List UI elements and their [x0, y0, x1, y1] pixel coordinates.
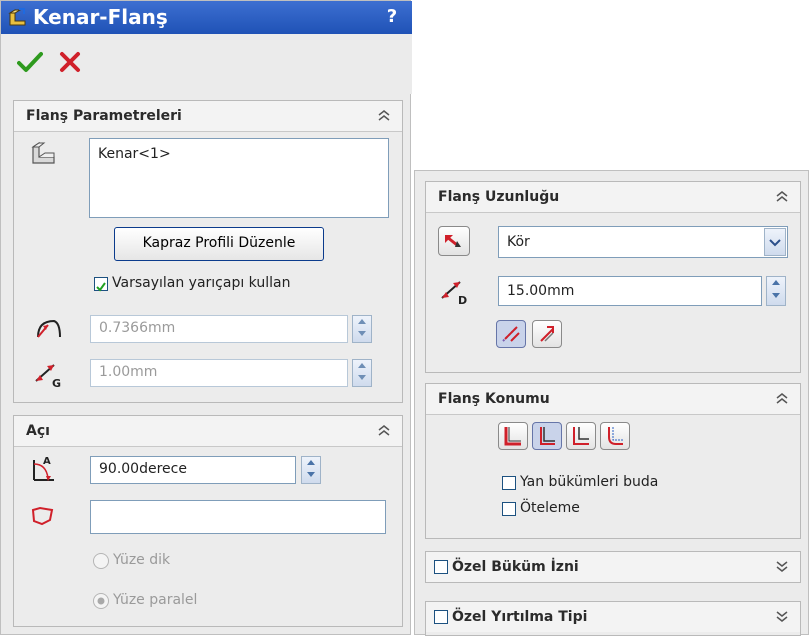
end-condition-dropdown-button[interactable]	[764, 228, 786, 256]
svg-text:A: A	[43, 456, 51, 467]
collapse-chevron-icon[interactable]	[376, 422, 392, 438]
outer-virtual-sharp-button[interactable]	[496, 320, 526, 348]
bend-outside-button[interactable]	[566, 422, 596, 450]
panel-title: Kenar-Flanş	[33, 5, 168, 29]
spin-down-icon	[353, 329, 371, 342]
face-selection-field[interactable]	[90, 500, 386, 534]
reverse-direction-button[interactable]	[438, 226, 470, 256]
chevron-down-icon	[769, 239, 781, 247]
parallel-radio	[93, 593, 109, 609]
spin-up-icon	[353, 360, 371, 373]
bend-radius-field: 0.7366mm	[90, 315, 348, 343]
angle-spinner[interactable]	[301, 456, 321, 484]
use-default-radius-checkbox[interactable]	[94, 277, 108, 292]
collapse-chevron-icon[interactable]	[376, 107, 392, 123]
bend-from-virtual-sharp-icon	[608, 427, 623, 445]
ok-cancel-bar	[1, 34, 412, 94]
svg-text:D: D	[458, 294, 467, 306]
perpendicular-label: Yüze dik	[113, 552, 171, 568]
flange-length-field[interactable]: 15.00mm	[498, 276, 762, 306]
spin-up-icon[interactable]	[302, 457, 320, 470]
length-dimension-icon: D	[441, 281, 467, 306]
flange-position-group: Flanş Konumu Yan bükümleri buda Öteleme	[425, 383, 801, 539]
custom-bend-allowance-checkbox[interactable]	[434, 560, 448, 574]
bend-radius-icon	[37, 319, 61, 338]
right-options-panel: Flanş Uzunluğu Kör D 15.00mm Flanş Konum…	[414, 170, 809, 636]
panel-title-bar: Kenar-Flanş ?	[1, 1, 412, 34]
material-inside-icon	[504, 427, 521, 446]
angle-header[interactable]: Açı	[14, 416, 402, 447]
spin-up-icon	[353, 316, 371, 329]
spin-down-icon[interactable]	[302, 470, 320, 483]
flange-length-title: Flanş Uzunluğu	[438, 189, 560, 205]
bend-from-virtual-sharp-button[interactable]	[600, 422, 630, 450]
material-outside-button[interactable]	[532, 422, 562, 450]
expand-chevron-icon[interactable]	[774, 558, 790, 574]
angle-value-field[interactable]: 90.00derece	[90, 456, 296, 484]
kenar-flans-panel: Kenar-Flanş ? Flanş Parametreleri Kenar<…	[0, 0, 412, 635]
flange-parameters-title: Flanş Parametreleri	[26, 108, 182, 124]
material-inside-button[interactable]	[498, 422, 528, 450]
custom-relief-type-group: Özel Yırtılma Tipi	[425, 601, 801, 636]
custom-bend-allowance-title: Özel Büküm İzni	[452, 559, 579, 575]
spin-down-icon	[353, 373, 371, 386]
custom-bend-allowance-header[interactable]: Özel Büküm İzni	[426, 552, 800, 582]
outer-virtual-sharp-icon	[502, 326, 520, 342]
face-selection-icon	[31, 506, 54, 526]
trim-side-bends-label: Yan bükümleri buda	[520, 474, 659, 490]
custom-relief-type-title: Özel Yırtılma Tipi	[452, 609, 588, 625]
expand-chevron-icon[interactable]	[774, 608, 790, 624]
edit-profile-button[interactable]: Kapraz Profili Düzenle	[114, 227, 324, 261]
custom-relief-type-checkbox[interactable]	[434, 610, 448, 624]
reverse-arrow-icon	[445, 235, 461, 247]
spin-up-icon[interactable]	[767, 277, 785, 291]
flange-length-header[interactable]: Flanş Uzunluğu	[426, 182, 800, 213]
svg-text:G: G	[52, 377, 61, 389]
offset-checkbox[interactable]	[502, 502, 516, 516]
checkmark-icon	[96, 282, 106, 292]
perpendicular-radio	[93, 553, 109, 569]
flange-length-group: Flanş Uzunluğu Kör D 15.00mm	[425, 181, 801, 373]
custom-relief-type-header[interactable]: Özel Yırtılma Tipi	[426, 602, 800, 632]
gap-distance-field: 1.00mm	[90, 359, 348, 387]
trim-side-bends-checkbox[interactable]	[502, 476, 516, 490]
gap-distance-spinner	[352, 359, 372, 387]
collapse-chevron-icon[interactable]	[774, 188, 790, 204]
edge-selection-icon	[31, 141, 55, 164]
flange-angle-icon: A	[33, 456, 54, 481]
angle-group: Açı A 90.00derece Yüze dik Yüze paralel	[13, 415, 403, 627]
gap-distance-icon: G	[35, 364, 61, 389]
flange-parameters-group: Flanş Parametreleri Kenar<1> Kapraz Prof…	[13, 100, 403, 403]
material-outside-icon	[540, 427, 555, 445]
flange-length-spinner[interactable]	[766, 276, 786, 306]
flange-position-title: Flanş Konumu	[438, 391, 550, 407]
flange-parameters-header[interactable]: Flanş Parametreleri	[14, 101, 402, 132]
offset-label: Öteleme	[520, 500, 580, 516]
inner-virtual-sharp-icon	[540, 326, 554, 342]
inner-virtual-sharp-button[interactable]	[532, 320, 562, 348]
help-button[interactable]: ?	[382, 6, 402, 28]
use-default-radius-label: Varsayılan yarıçapı kullan	[112, 275, 291, 291]
edge-list-box[interactable]: Kenar<1>	[89, 138, 389, 218]
edge-flange-icon	[8, 8, 26, 26]
angle-title: Açı	[26, 423, 50, 439]
collapse-chevron-icon[interactable]	[774, 390, 790, 406]
bend-radius-spinner	[352, 315, 372, 343]
end-condition-select[interactable]: Kör	[498, 226, 788, 258]
flange-position-header[interactable]: Flanş Konumu	[426, 384, 800, 415]
check-icon[interactable]	[17, 51, 43, 73]
x-icon[interactable]	[59, 51, 81, 73]
parallel-label: Yüze paralel	[113, 592, 198, 608]
custom-bend-allowance-group: Özel Büküm İzni	[425, 551, 801, 583]
spin-down-icon[interactable]	[767, 291, 785, 305]
bend-outside-icon	[573, 427, 589, 445]
